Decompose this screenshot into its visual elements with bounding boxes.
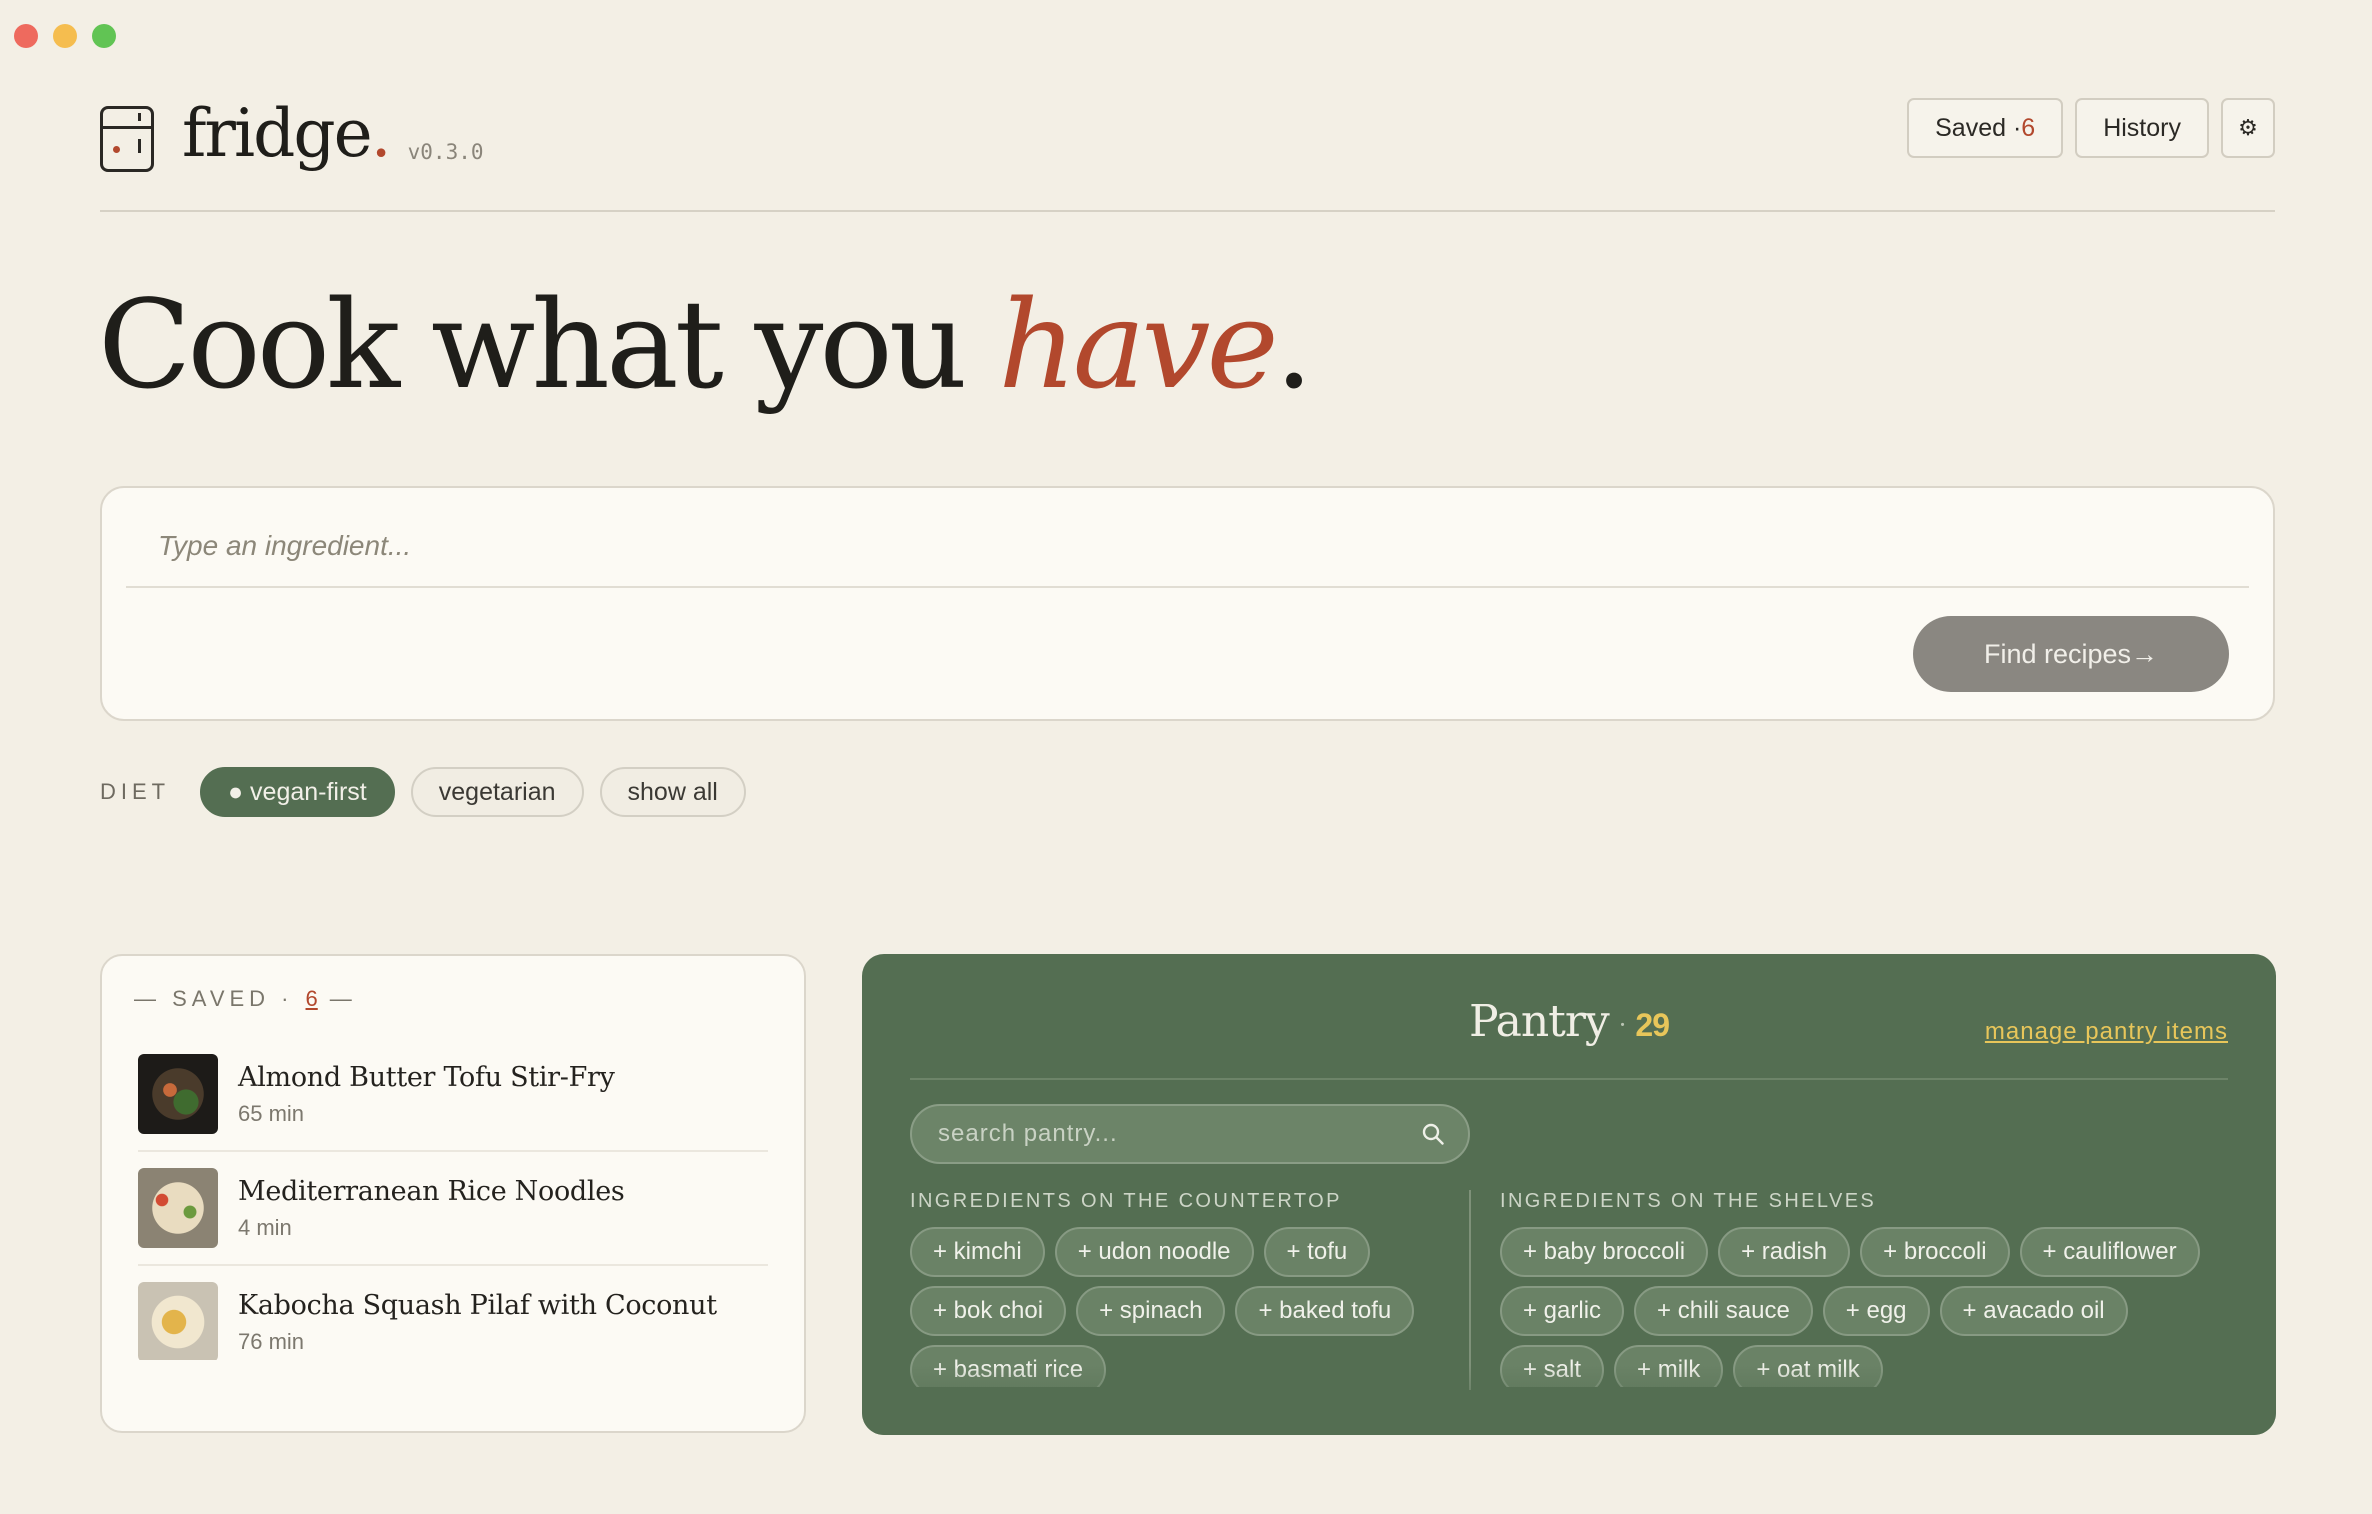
minimize-window-button[interactable]	[53, 24, 77, 48]
hero-text: Cook what you	[98, 274, 999, 416]
ingredient-chip[interactable]: + udon noodle	[1054, 1227, 1254, 1277]
fridge-icon	[100, 106, 154, 172]
saved-heading-label: — SAVED ·	[134, 986, 294, 1011]
saved-heading: — SAVED · 6 —	[134, 986, 357, 1012]
app-window: fridge . v0.3.0 Saved · 6 History ⚙ Cook…	[0, 0, 2372, 1514]
gear-icon: ⚙	[2238, 115, 2258, 140]
ingredient-input[interactable]	[126, 506, 2249, 588]
pantry-divider	[910, 1078, 2228, 1080]
recipe-title: Mediterranean Rice Noodles	[238, 1175, 625, 1207]
brand-name: fridge	[182, 95, 373, 172]
manage-pantry-link[interactable]: manage pantry items	[1985, 1018, 2228, 1046]
app-header: fridge . v0.3.0 Saved · 6 History ⚙	[100, 96, 2275, 212]
hero-heading: Cook what you have.	[98, 270, 1314, 420]
window-controls	[14, 24, 116, 48]
search-icon[interactable]	[1422, 1123, 1444, 1145]
pantry-search	[910, 1104, 1470, 1164]
recipe-time: 4 min	[238, 1214, 292, 1240]
pantry-panel: Pantry · 29 manage pantry items INGREDIENT…	[862, 954, 2276, 1435]
ingredient-chip[interactable]: + garlic	[1500, 1286, 1625, 1336]
saved-count: 6	[2021, 113, 2036, 142]
settings-button[interactable]: ⚙	[2221, 98, 2275, 158]
recipe-thumbnail	[138, 1168, 218, 1248]
recipe-title: Kabocha Squash Pilaf with Coconut	[238, 1289, 717, 1321]
countertop-title: INGREDIENTS ON THE COUNTERTOP	[910, 1190, 1342, 1212]
recipe-time: 76 min	[238, 1328, 305, 1354]
ingredient-chip[interactable]: + baked tofu	[1235, 1286, 1415, 1336]
recipe-thumbnail	[138, 1282, 218, 1360]
countertop-chips: + kimchi + udon noodle + tofu + bok choi…	[910, 1227, 1470, 1387]
countertop-column: INGREDIENTS ON THE COUNTERTOP + kimchi +…	[910, 1190, 1470, 1387]
recipe-title: Almond Butter Tofu Stir-Fry	[238, 1061, 615, 1093]
pantry-separator: ·	[1618, 1010, 1627, 1039]
ingredient-input-card: Find recipes→	[100, 486, 2275, 721]
diet-option-vegan-first[interactable]: ● vegan-first	[200, 767, 395, 817]
ingredient-chip[interactable]: + egg	[1822, 1286, 1930, 1336]
maximize-window-button[interactable]	[92, 24, 116, 48]
diet-filter: DIET ● vegan-first vegetarian show all	[100, 767, 746, 817]
shelves-title: INGREDIENTS ON THE SHELVES	[1500, 1190, 1877, 1212]
saved-recipes-list[interactable]: Almond Butter Tofu Stir-Fry 65 min Medit…	[138, 1038, 768, 1360]
brand-dot: .	[370, 95, 392, 172]
saved-button[interactable]: Saved · 6	[1907, 98, 2064, 158]
saved-recipe-item[interactable]: Mediterranean Rice Noodles 4 min	[138, 1152, 768, 1266]
ingredient-chip[interactable]: + chili sauce	[1634, 1286, 1813, 1336]
hero-accent: have	[998, 274, 1278, 416]
ingredient-chip[interactable]: + kimchi	[910, 1227, 1045, 1277]
ingredient-chip[interactable]: + avacado oil	[1939, 1286, 2128, 1336]
saved-heading-dash: —	[329, 986, 357, 1011]
ingredient-chip[interactable]: + radish	[1718, 1227, 1851, 1277]
hero-period: .	[1274, 274, 1314, 416]
recipe-time: 65 min	[238, 1100, 305, 1126]
saved-button-label: Saved ·	[1935, 113, 2022, 142]
column-divider	[1469, 1190, 1471, 1390]
ingredient-chip[interactable]: + basmati rice	[910, 1345, 1107, 1387]
brand[interactable]: fridge . v0.3.0	[100, 96, 484, 172]
find-recipes-button[interactable]: Find recipes→	[1913, 616, 2229, 692]
ingredient-chip[interactable]: + broccoli	[1860, 1227, 2010, 1277]
saved-heading-count[interactable]: 6	[306, 986, 318, 1012]
saved-recipe-item[interactable]: Kabocha Squash Pilaf with Coconut 76 min	[138, 1266, 768, 1360]
history-button[interactable]: History	[2075, 98, 2209, 158]
diet-label: DIET	[100, 779, 171, 804]
ingredient-chip[interactable]: + oat milk	[1733, 1345, 1883, 1387]
recipe-thumbnail	[138, 1054, 218, 1134]
close-window-button[interactable]	[14, 24, 38, 48]
shelves-chips: + baby broccoli + radish + broccoli + ca…	[1500, 1227, 2200, 1387]
pantry-title: Pantry	[1468, 996, 1610, 1047]
ingredient-chip[interactable]: + spinach	[1076, 1286, 1226, 1336]
diet-option-vegetarian[interactable]: vegetarian	[410, 767, 584, 817]
ingredient-chip[interactable]: + milk	[1614, 1345, 1724, 1387]
ingredient-chip[interactable]: + tofu	[1263, 1227, 1371, 1277]
saved-recipe-item[interactable]: Almond Butter Tofu Stir-Fry 65 min	[138, 1038, 768, 1152]
diet-option-show-all[interactable]: show all	[599, 767, 746, 817]
pantry-count: 29	[1635, 1007, 1670, 1043]
shelves-column: INGREDIENTS ON THE SHELVES + baby brocco…	[1500, 1190, 2200, 1387]
version-label: v0.3.0	[407, 140, 484, 164]
ingredient-chip[interactable]: + cauliflower	[2019, 1227, 2200, 1277]
saved-recipes-panel: — SAVED · 6 — Almond Butter Tofu Stir-Fr…	[100, 954, 806, 1433]
ingredient-chip[interactable]: + bok choi	[910, 1286, 1067, 1336]
ingredient-chip[interactable]: + baby broccoli	[1500, 1227, 1709, 1277]
ingredient-chip[interactable]: + salt	[1500, 1345, 1605, 1387]
header-actions: Saved · 6 History ⚙	[1907, 98, 2275, 158]
pantry-search-input[interactable]	[912, 1106, 1468, 1162]
